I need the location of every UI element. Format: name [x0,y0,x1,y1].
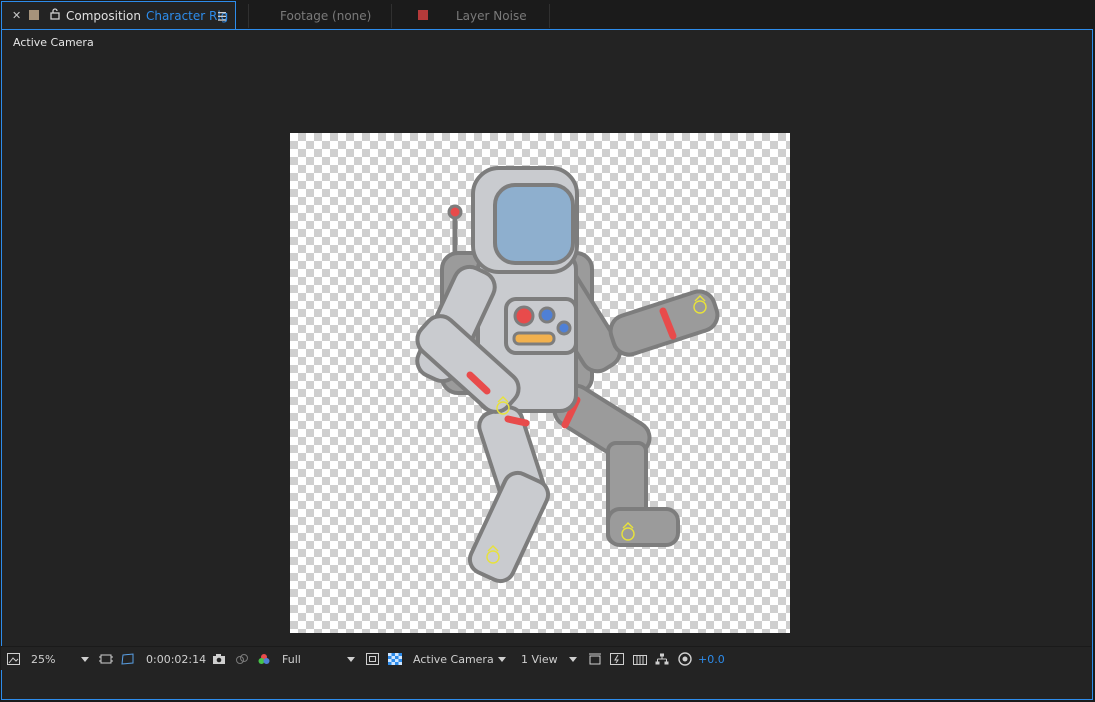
viewer-toolbar: 25% 0:00:02:14 Full Active Camera 1 View… [1,646,1091,670]
tab-footage[interactable]: Footage (none) [280,1,371,30]
resolution-dropdown-icon[interactable] [347,651,355,667]
astronaut-artwork [415,166,720,584]
view-layout-dropdown-icon[interactable] [569,651,577,667]
camera-dropdown-icon[interactable] [498,651,506,667]
channel-icon[interactable] [257,651,271,667]
tab-layer[interactable]: Layer Noise [456,1,527,30]
current-time[interactable]: 0:00:02:14 [146,651,206,667]
tab-composition[interactable]: ✕ Composition Character Rig [1,1,236,30]
tab-footage-suffix: (none) [332,8,372,23]
composition-color-swatch[interactable] [29,10,39,20]
layer-color-swatch [418,10,428,20]
panel-tab-bar: ✕ Composition Character Rig Footage (none… [0,0,1095,30]
tab-layer-name: Noise [493,8,527,23]
tab-divider [391,4,392,28]
fast-preview-icon[interactable] [610,651,624,667]
camera-value[interactable]: Active Camera [413,651,494,667]
transparency-grid-icon[interactable] [388,651,402,667]
tab-title: Composition Character Rig [66,9,229,23]
resolution-value[interactable]: Full [282,651,301,667]
snapshot-icon[interactable] [212,651,226,667]
region-of-interest-icon[interactable] [366,651,379,667]
panel-menu-icon[interactable] [218,10,226,24]
mask-visibility-icon[interactable] [121,651,135,667]
title-action-safe-icon[interactable] [99,651,113,667]
toggle-pixel-aspect-icon[interactable] [588,651,602,667]
composition-canvas[interactable] [290,133,790,633]
tab-divider [248,4,249,28]
tab-layer-label: Layer [456,8,490,23]
magnification-dropdown-icon[interactable] [81,651,89,667]
composition-viewer-panel: Active Camera [1,29,1093,700]
always-preview-icon[interactable] [7,651,20,667]
exposure-value[interactable]: +0.0 [698,651,725,667]
close-icon[interactable]: ✕ [12,9,21,22]
tab-divider [549,4,550,28]
reset-exposure-icon[interactable] [678,651,692,667]
view-layout-value[interactable]: 1 View [521,651,558,667]
timeline-icon[interactable] [633,651,647,667]
show-snapshot-icon[interactable] [235,651,249,667]
magnification-value[interactable]: 25% [31,651,55,667]
tab-footage-label: Footage [280,8,329,23]
flowchart-icon[interactable] [655,651,669,667]
viewer-camera-label: Active Camera [13,36,94,49]
lock-icon[interactable] [50,8,60,23]
